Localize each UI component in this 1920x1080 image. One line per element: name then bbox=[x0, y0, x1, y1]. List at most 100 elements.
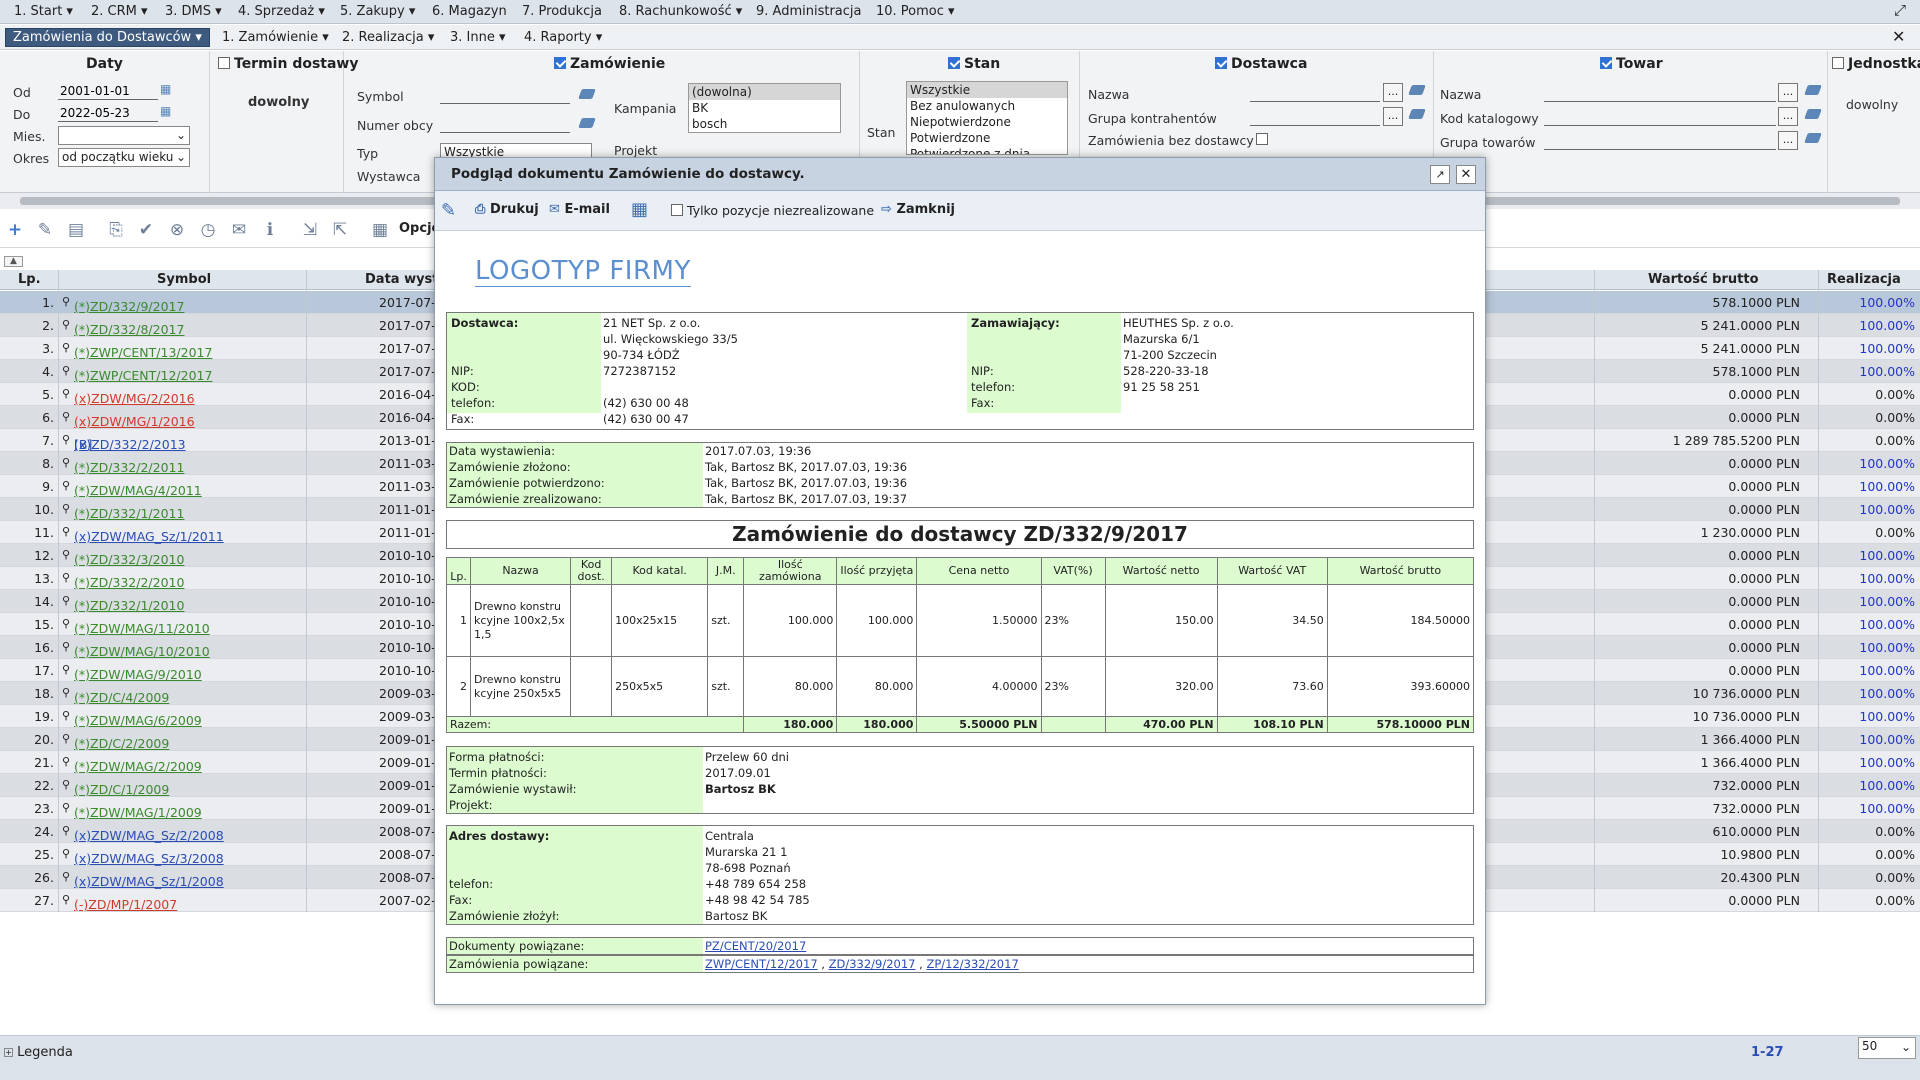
related-order-link[interactable]: ZP/12/332/2017 bbox=[926, 957, 1018, 971]
attachment-icon[interactable]: ⚲ bbox=[62, 732, 70, 745]
attachment-icon[interactable]: ⚲ bbox=[62, 709, 70, 722]
import-icon[interactable]: ⇲ bbox=[300, 220, 320, 240]
attachment-icon[interactable]: ⚲ bbox=[62, 755, 70, 768]
list-item[interactable]: Wszystkie bbox=[907, 82, 1067, 98]
menu-dms[interactable]: 3. DMS ▾ bbox=[165, 4, 222, 19]
attachment-icon[interactable]: ⚲ bbox=[62, 617, 70, 630]
attachment-icon[interactable]: ⚲ bbox=[62, 847, 70, 860]
export-icon[interactable]: ⇱ bbox=[330, 220, 350, 240]
row-symbol-link[interactable]: (x)ZDW/MAG_Sz/1/2008 bbox=[74, 874, 224, 889]
close-icon[interactable]: ✕ bbox=[1456, 165, 1476, 184]
row-symbol-link[interactable]: (-)ZD/MP/1/2007 bbox=[74, 897, 177, 912]
preview-icon[interactable]: ▤ bbox=[66, 220, 86, 240]
attachment-icon[interactable]: ⚲ bbox=[62, 295, 70, 308]
symbol-input[interactable] bbox=[440, 87, 570, 104]
list-item[interactable]: BK bbox=[689, 100, 840, 116]
list-item[interactable]: Potwierdzone z dnia bbox=[907, 146, 1067, 154]
page-size-select[interactable]: 50 ⌄ bbox=[1858, 1037, 1916, 1059]
attachment-icon[interactable]: ⚲ bbox=[62, 479, 70, 492]
attachment-icon[interactable]: ⚲ bbox=[62, 502, 70, 515]
eraser-icon[interactable] bbox=[1408, 85, 1426, 95]
popout-icon[interactable]: ↗ bbox=[1430, 165, 1450, 184]
checkbox[interactable] bbox=[1215, 57, 1227, 69]
eraser-icon[interactable] bbox=[1408, 109, 1426, 119]
row-symbol-link[interactable]: (*)ZWP/CENT/13/2017 bbox=[74, 345, 212, 360]
header-symbol[interactable]: Symbol bbox=[157, 272, 211, 287]
attachment-icon[interactable]: ⚲ bbox=[62, 433, 70, 446]
browse-button[interactable]: ... bbox=[1778, 83, 1798, 102]
row-symbol-link[interactable]: (x)ZDW/MG/2/2016 bbox=[74, 391, 195, 406]
attachment-icon[interactable]: ⚲ bbox=[62, 686, 70, 699]
period-select[interactable]: od początku wieku ⌄ bbox=[58, 148, 190, 167]
menu-magazyn[interactable]: 6. Magazyn bbox=[432, 4, 507, 19]
list-item[interactable]: (dowolna) bbox=[689, 84, 840, 100]
date-from-input[interactable] bbox=[58, 83, 158, 100]
dostawca-nazwa-input[interactable] bbox=[1250, 85, 1380, 102]
row-symbol-link[interactable]: (x)ZDW/MAG_Sz/2/2008 bbox=[74, 828, 224, 843]
filter-zamowienie-title[interactable]: Zamówienie bbox=[554, 56, 665, 72]
tab-zamowienia-do-dostawcow[interactable]: Zamówienia do Dostawców ▾ bbox=[5, 28, 210, 47]
row-symbol-link[interactable]: (*)ZDW/MAG/4/2011 bbox=[74, 483, 202, 498]
calendar-icon[interactable]: ▦ bbox=[160, 104, 171, 118]
eraser-icon[interactable] bbox=[1804, 133, 1822, 143]
grupa-towarow-input[interactable] bbox=[1544, 133, 1776, 150]
tab-realizacja[interactable]: 2. Realizacja ▾ bbox=[342, 30, 434, 45]
filter-towar-title[interactable]: Towar bbox=[1600, 56, 1663, 72]
month-select[interactable]: ⌄ bbox=[58, 126, 190, 145]
row-symbol-link[interactable]: (*)ZD/332/9/2017 bbox=[74, 299, 184, 314]
grupa-kontrahentow-input[interactable] bbox=[1250, 109, 1380, 126]
checkbox[interactable] bbox=[218, 57, 230, 69]
row-symbol-link[interactable]: (*)ZDW/MAG/11/2010 bbox=[74, 621, 210, 636]
attachment-icon[interactable]: ⚲ bbox=[62, 318, 70, 331]
menu-administracja[interactable]: 9. Administracja bbox=[756, 4, 862, 19]
eraser-icon[interactable] bbox=[1804, 85, 1822, 95]
kampania-list[interactable]: (dowolna) BK bosch bbox=[688, 83, 841, 133]
edit-icon[interactable]: ✎ bbox=[35, 220, 55, 240]
cancel-icon[interactable]: ⊗ bbox=[167, 220, 187, 240]
filter-termin-title[interactable]: Termin dostawy bbox=[218, 56, 359, 72]
attachment-icon[interactable]: ⚲ bbox=[62, 341, 70, 354]
row-symbol-link[interactable]: (*)ZD/332/2/2011 bbox=[74, 460, 184, 475]
attachment-icon[interactable]: ⚲ bbox=[62, 824, 70, 837]
row-symbol-link[interactable]: (x)ZDW/MAG_Sz/3/2008 bbox=[74, 851, 224, 866]
email-button[interactable]: ✉ E-mail bbox=[549, 202, 610, 217]
attachment-icon[interactable]: ⚲ bbox=[62, 364, 70, 377]
row-symbol-link[interactable]: (*)ZDW/MAG/1/2009 bbox=[74, 805, 202, 820]
mail-icon[interactable]: ✉ bbox=[229, 220, 249, 240]
browse-button[interactable]: ... bbox=[1383, 107, 1403, 126]
menu-sprzedaz[interactable]: 4. Sprzedaż ▾ bbox=[238, 4, 325, 19]
browse-button[interactable]: ... bbox=[1383, 83, 1403, 102]
calendar-icon[interactable]: ▦ bbox=[160, 82, 171, 96]
attachment-icon[interactable]: ⚲ bbox=[62, 778, 70, 791]
tab-zamowienie[interactable]: 1. Zamówienie ▾ bbox=[222, 30, 329, 45]
browse-button[interactable]: ... bbox=[1778, 131, 1798, 150]
row-symbol-link[interactable]: (*)ZD/C/1/2009 bbox=[74, 782, 169, 797]
header-data[interactable]: Data wyst bbox=[365, 272, 439, 287]
attachment-icon[interactable]: ⚲ bbox=[62, 456, 70, 469]
attachment-icon[interactable]: ⚲ bbox=[62, 571, 70, 584]
info-icon[interactable]: ℹ bbox=[260, 220, 280, 240]
date-to-input[interactable] bbox=[58, 105, 158, 122]
attachment-icon[interactable]: ⚲ bbox=[62, 801, 70, 814]
only-unrealized-toggle[interactable]: Tylko pozycje niezrealizowane bbox=[671, 203, 874, 218]
eraser-icon[interactable] bbox=[578, 118, 596, 128]
checkbox[interactable] bbox=[554, 57, 566, 69]
grid-icon[interactable]: ▦ bbox=[370, 220, 390, 240]
row-symbol-link[interactable]: (x)ZD/332/2/2013 bbox=[74, 437, 186, 452]
row-symbol-link[interactable]: (x)ZDW/MG/1/2016 bbox=[74, 414, 195, 429]
tab-raporty[interactable]: 4. Raporty ▾ bbox=[524, 30, 602, 45]
list-item[interactable]: Potwierdzone bbox=[907, 130, 1067, 146]
row-symbol-link[interactable]: (*)ZD/332/3/2010 bbox=[74, 552, 184, 567]
list-item[interactable]: Niepotwierdzone bbox=[907, 114, 1067, 130]
related-doc-link[interactable]: PZ/CENT/20/2017 bbox=[705, 939, 806, 953]
row-symbol-link[interactable]: (*)ZD/332/1/2010 bbox=[74, 598, 184, 613]
attachment-icon[interactable]: ⚲ bbox=[62, 525, 70, 538]
related-order-link[interactable]: ZWP/CENT/12/2017 bbox=[705, 957, 818, 971]
row-symbol-link[interactable]: (*)ZDW/MAG/10/2010 bbox=[74, 644, 210, 659]
row-symbol-link[interactable]: (*)ZDW/MAG/2/2009 bbox=[74, 759, 202, 774]
close-button[interactable]: ⇨ Zamknij bbox=[881, 202, 955, 217]
menu-zakupy[interactable]: 5. Zakupy ▾ bbox=[340, 4, 415, 19]
kod-katalogowy-input[interactable] bbox=[1544, 109, 1776, 126]
row-symbol-link[interactable]: (*)ZD/332/8/2017 bbox=[74, 322, 184, 337]
row-symbol-link[interactable]: (*)ZWP/CENT/12/2017 bbox=[74, 368, 212, 383]
